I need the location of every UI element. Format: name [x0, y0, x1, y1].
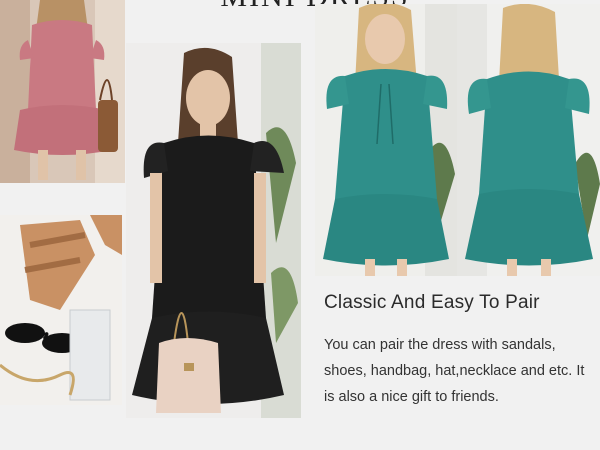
teal-dress-front-photo — [315, 4, 457, 276]
teal-dress-back-photo — [457, 4, 600, 276]
feature-heading: Classic And Easy To Pair — [324, 292, 540, 313]
accessories-photo — [0, 215, 122, 405]
feature-description: You can pair the dress with sandals, sho… — [324, 337, 585, 405]
feature-text-block: Classic And Easy To Pair You can pair th… — [324, 292, 594, 410]
pink-dress-photo — [0, 0, 125, 183]
black-dress-photo — [126, 43, 301, 418]
